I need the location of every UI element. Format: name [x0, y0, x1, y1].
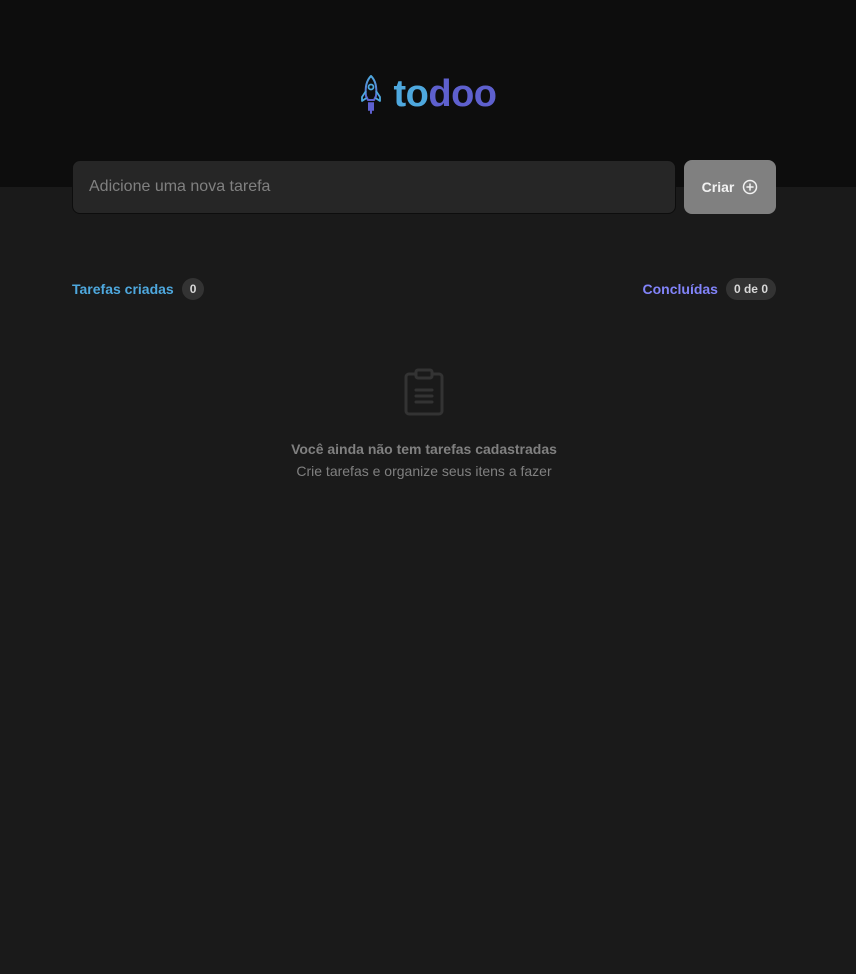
logo-text-doo: doo — [428, 73, 497, 115]
created-tasks-badge: 0 — [181, 278, 205, 300]
plus-circle-icon — [743, 179, 758, 195]
task-counters: Tarefas criadas 0 Concluídas 0 de 0 — [72, 278, 776, 300]
rocket-icon — [361, 75, 382, 114]
new-task-input[interactable] — [72, 160, 676, 214]
done-tasks-badge: 0 de 0 — [725, 278, 776, 300]
empty-state: Você ainda não tem tarefas cadastradas C… — [72, 368, 776, 482]
empty-state-subtitle: Crie tarefas e organize seus itens a faz… — [296, 463, 552, 479]
created-tasks-counter: Tarefas criadas 0 — [72, 278, 205, 300]
empty-state-title: Você ainda não tem tarefas cadastradas — [291, 441, 557, 457]
app-header: todoo — [0, 0, 856, 187]
done-tasks-counter: Concluídas 0 de 0 — [642, 278, 776, 300]
done-tasks-label: Concluídas — [642, 281, 718, 297]
logo-text-to: to — [393, 73, 429, 115]
create-button-label: Criar — [701, 179, 735, 195]
app-logo: todoo — [0, 74, 856, 114]
clipboard-icon — [404, 368, 444, 416]
create-task-button[interactable]: Criar — [684, 160, 776, 214]
created-tasks-label: Tarefas criadas — [72, 281, 174, 297]
new-task-form: Criar — [72, 160, 776, 214]
logo-wordmark: todoo — [393, 73, 497, 115]
